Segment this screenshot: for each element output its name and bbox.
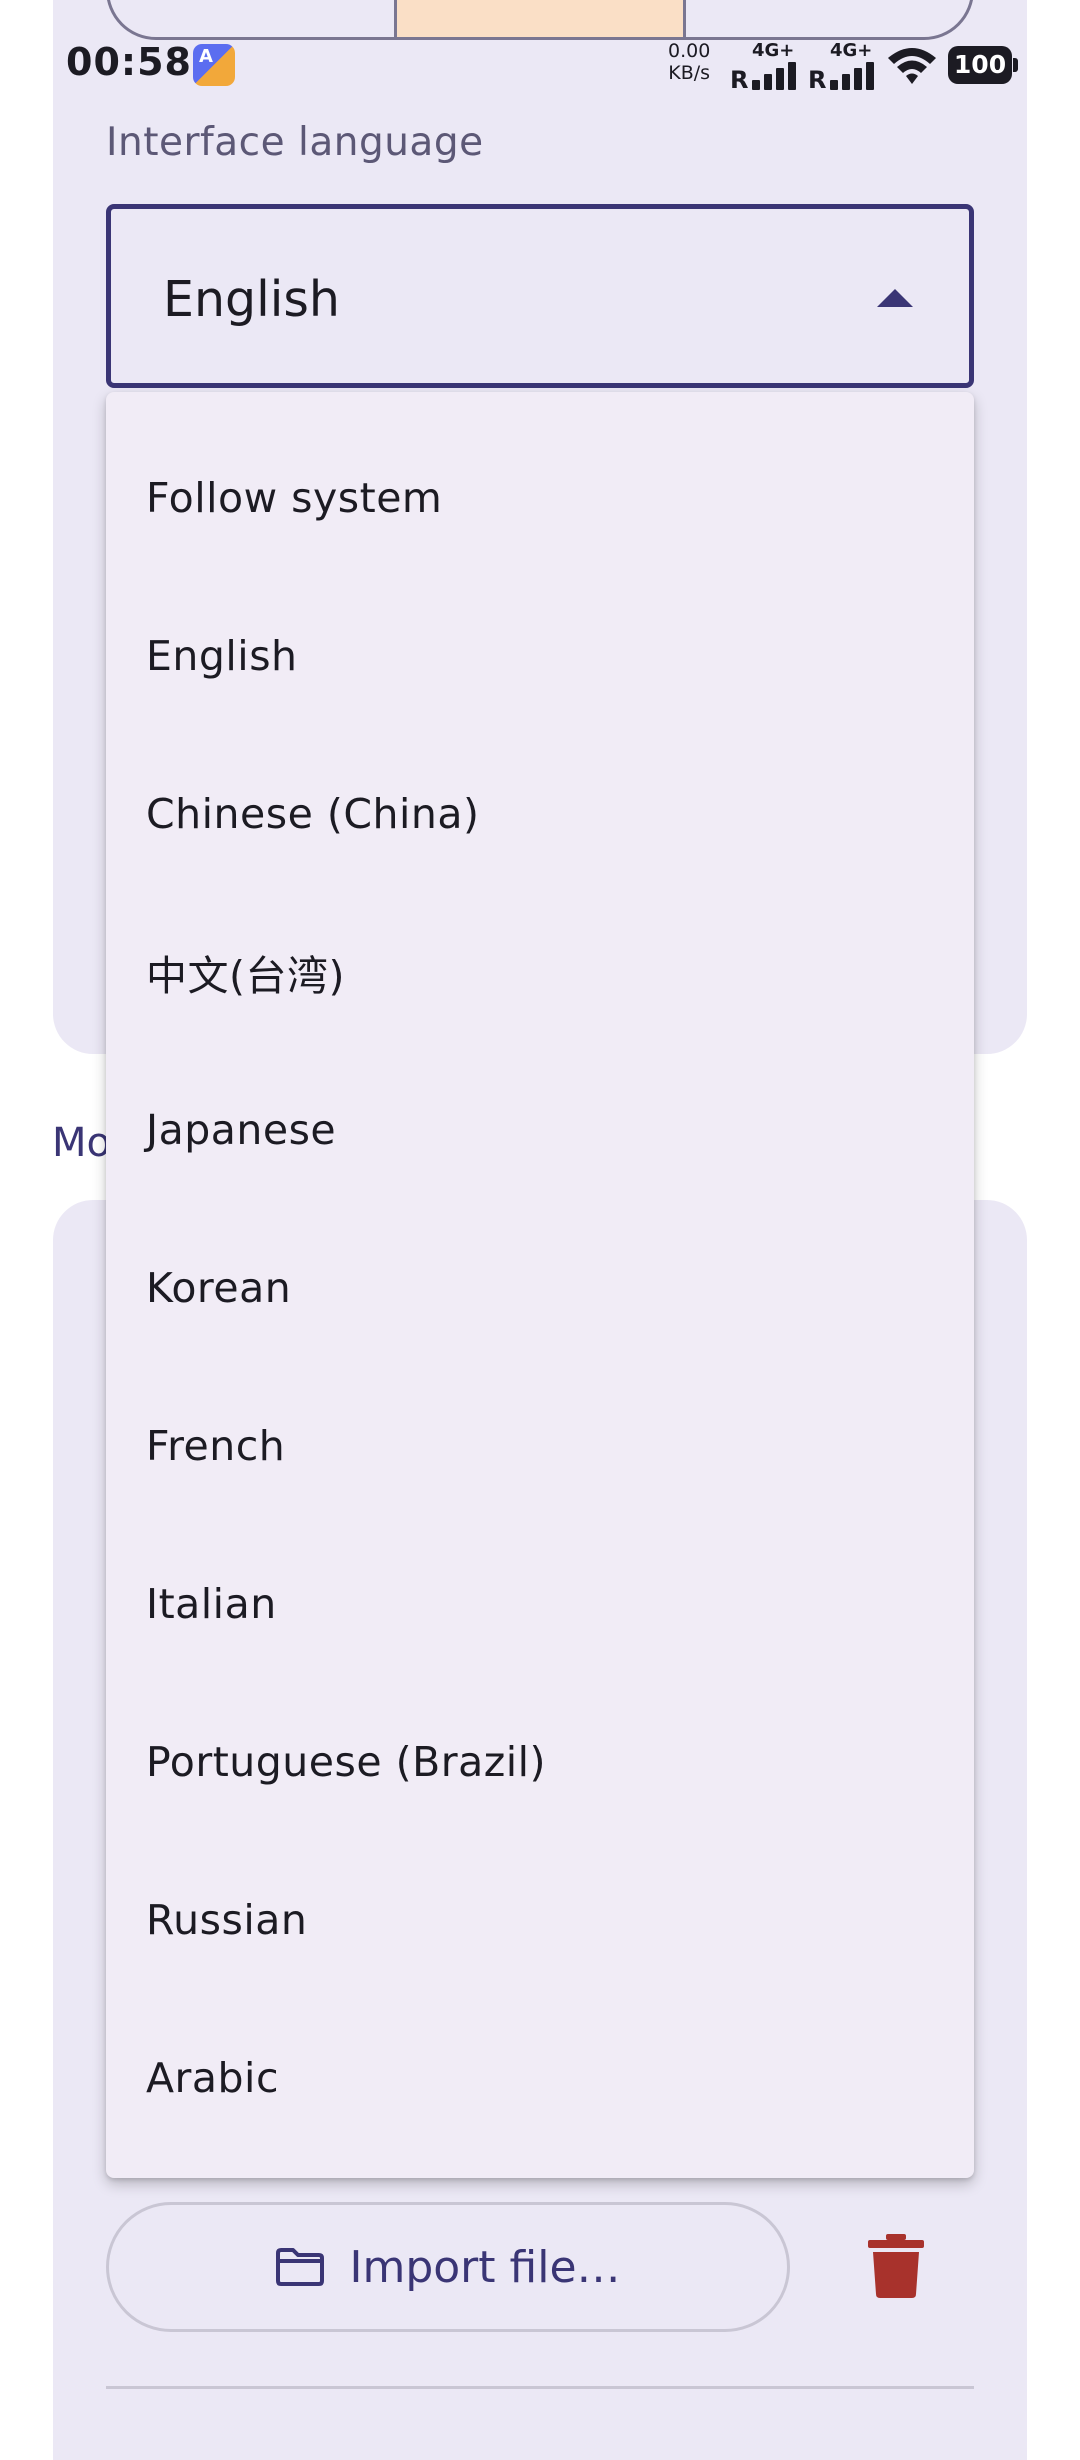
battery-icon: 100 bbox=[948, 46, 1018, 84]
import-file-label: Import file… bbox=[349, 2241, 621, 2293]
menu-item-portuguese-brazil[interactable]: Portuguese (Brazil) bbox=[106, 1683, 974, 1841]
menu-item-english[interactable]: English bbox=[106, 577, 974, 735]
roaming-indicator-sim1: R bbox=[730, 66, 749, 94]
import-file-button[interactable]: Import file… bbox=[106, 2202, 790, 2332]
trash-icon[interactable] bbox=[868, 2234, 924, 2298]
network-type-sim1: 4G+ bbox=[752, 40, 795, 61]
language-dropdown-menu: Follow system English Chinese (China) 中文… bbox=[106, 392, 974, 2178]
menu-item-japanese[interactable]: Japanese bbox=[106, 1051, 974, 1209]
menu-item-chinese-china[interactable]: Chinese (China) bbox=[106, 735, 974, 893]
caret-up-icon[interactable] bbox=[877, 289, 913, 307]
folder-icon bbox=[276, 2248, 325, 2286]
network-speed-unit: KB/s bbox=[668, 62, 711, 84]
segment-option-3[interactable] bbox=[686, 0, 971, 37]
segment-option-1[interactable] bbox=[109, 0, 398, 37]
divider bbox=[106, 2386, 974, 2389]
segmented-control bbox=[106, 0, 974, 40]
status-time: 00:58 bbox=[66, 40, 192, 84]
signal-icon-sim1: 4G+ R bbox=[730, 40, 802, 94]
section-title-partial: Mo bbox=[52, 1120, 111, 1166]
status-bar: 00:58 0.00 KB/s 4G+ R 4G+ R 100 bbox=[0, 36, 1080, 94]
translate-app-icon bbox=[193, 44, 235, 86]
roaming-indicator-sim2: R bbox=[808, 66, 827, 94]
selected-language: English bbox=[163, 271, 340, 328]
interface-language-label: Interface language bbox=[106, 120, 484, 165]
menu-item-italian[interactable]: Italian bbox=[106, 1525, 974, 1683]
signal-icon-sim2: 4G+ R bbox=[808, 40, 880, 94]
network-speed: 0.00 KB/s bbox=[668, 40, 710, 84]
network-type-sim2: 4G+ bbox=[830, 40, 873, 61]
menu-item-arabic[interactable]: Arabic bbox=[106, 1999, 974, 2157]
menu-item-russian[interactable]: Russian bbox=[106, 1841, 974, 1999]
segment-option-2-selected[interactable] bbox=[397, 0, 686, 37]
menu-item-french[interactable]: French bbox=[106, 1367, 974, 1525]
wifi-icon bbox=[888, 48, 936, 84]
menu-item-follow-system[interactable]: Follow system bbox=[106, 419, 974, 577]
interface-language-select[interactable]: English bbox=[106, 204, 974, 388]
menu-item-korean[interactable]: Korean bbox=[106, 1209, 974, 1367]
network-speed-value: 0.00 bbox=[668, 40, 711, 62]
menu-item-chinese-taiwan[interactable]: 中文(台湾) bbox=[106, 893, 974, 1051]
